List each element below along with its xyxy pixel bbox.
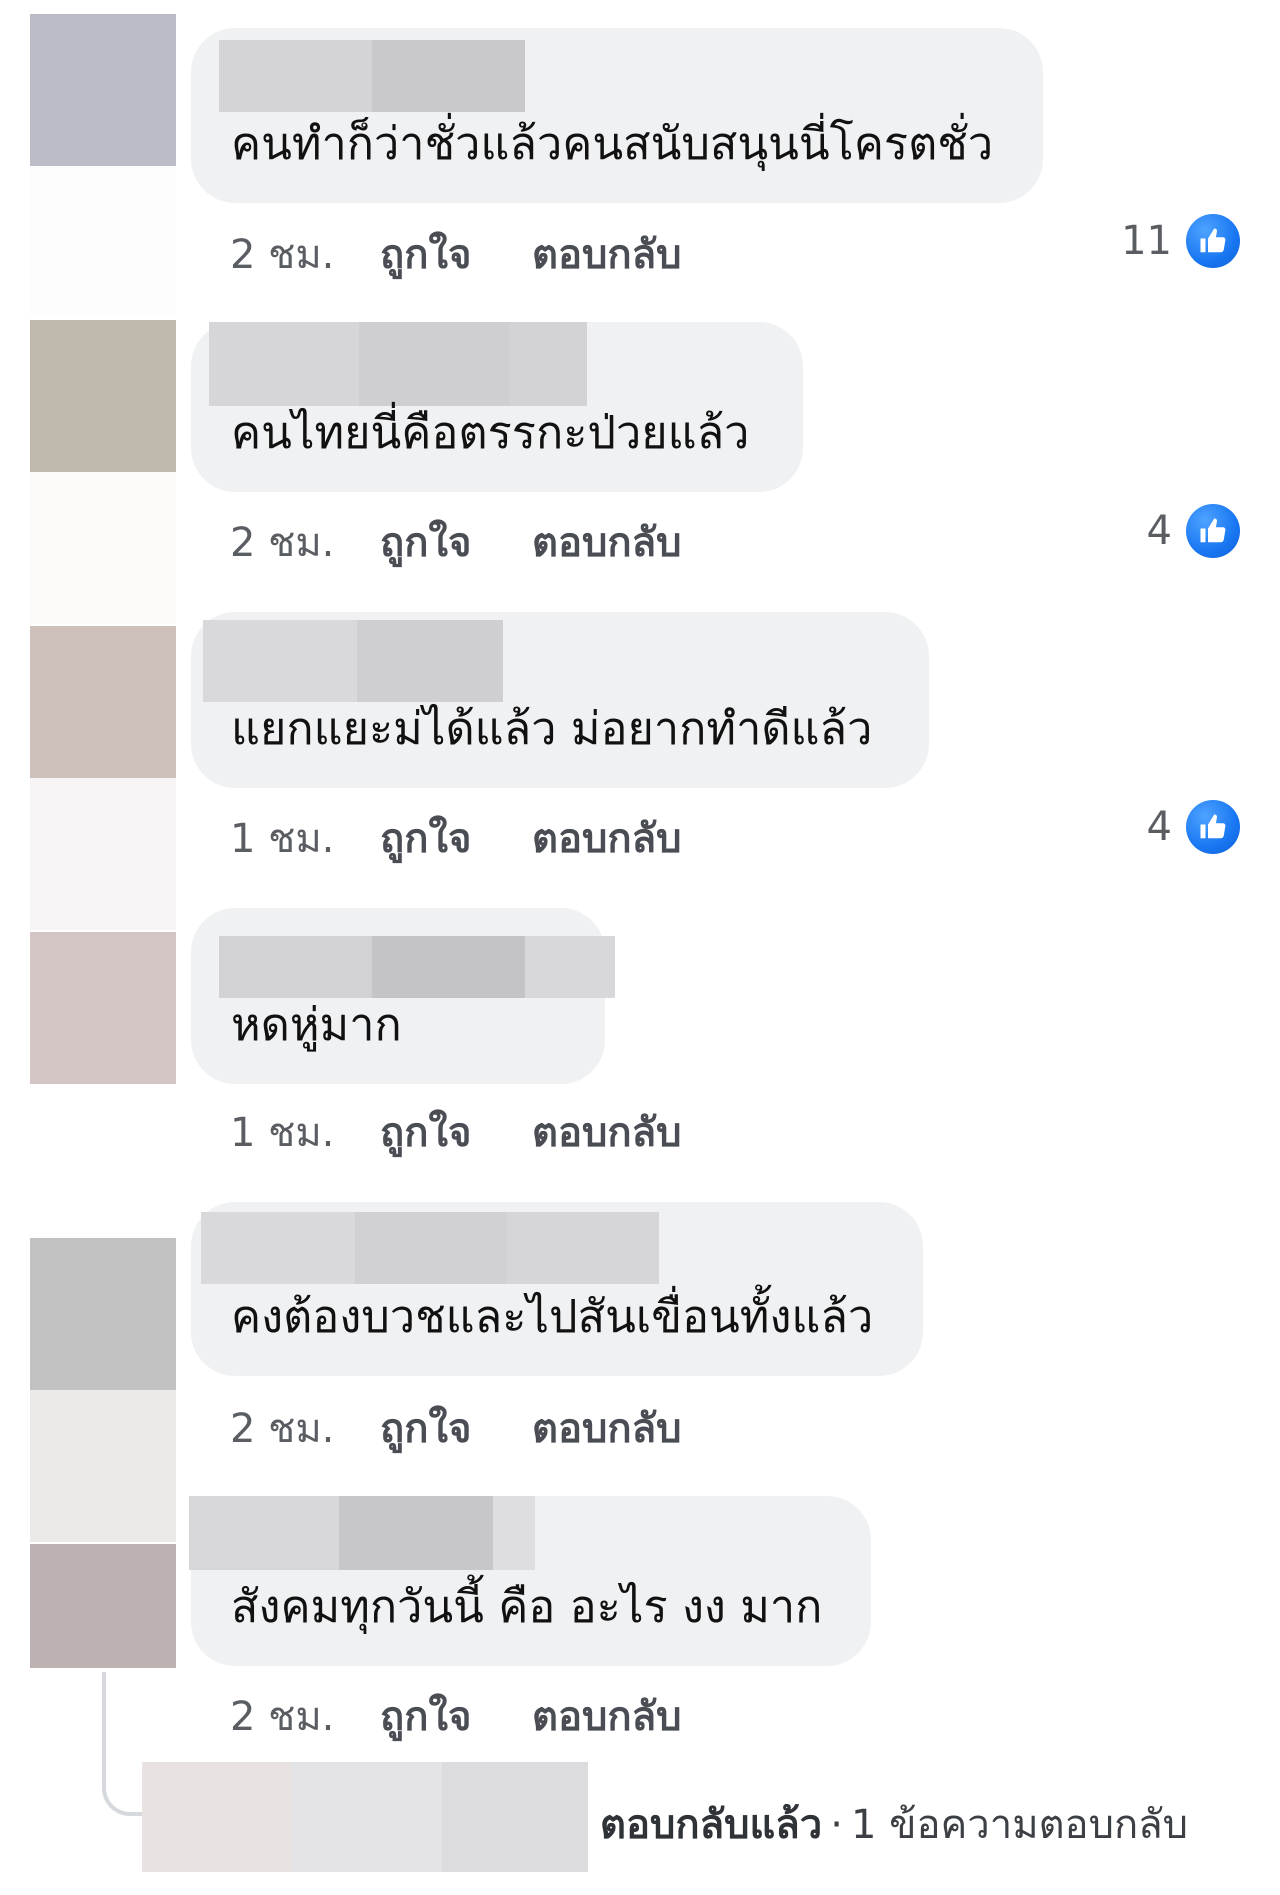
- reaction-count: 4: [1146, 508, 1172, 554]
- reaction-summary[interactable]: 4: [1147, 504, 1240, 558]
- comment-time[interactable]: 1 ชม.: [230, 806, 380, 870]
- comment-bubble: คงต้องบวชและไปสันเขื่อนทั้งแล้ว: [191, 1202, 923, 1376]
- author-name-blurred[interactable]: [219, 40, 525, 112]
- view-replies-link[interactable]: ตอบกลับแล้ว · 1 ข้อความตอบกลับ: [600, 1792, 1188, 1856]
- comment-actions: 2 ชม. ถูกใจ ตอบกลับ: [230, 1684, 682, 1748]
- like-link[interactable]: ถูกใจ: [380, 1100, 532, 1164]
- comment-bubble: แยกแยะม่ได้แล้ว ม่อยากทำดีแล้ว: [191, 612, 929, 788]
- like-link[interactable]: ถูกใจ: [380, 1396, 532, 1460]
- comment-bubble: สังคมทุกวันนี้ คือ อะไร งง มาก: [189, 1496, 871, 1666]
- comment-actions: 1 ชม. ถูกใจ ตอบกลับ: [230, 1100, 682, 1164]
- separator-dot: ·: [830, 1802, 843, 1848]
- comment-text: หดหู่มาก: [231, 998, 402, 1051]
- like-link[interactable]: ถูกใจ: [380, 510, 532, 574]
- comment-text: สังคมทุกวันนี้ คือ อะไร งง มาก: [231, 1580, 823, 1633]
- author-name-blurred[interactable]: [189, 1496, 535, 1570]
- reply-link[interactable]: ตอบกลับ: [532, 222, 682, 286]
- reply-link[interactable]: ตอบกลับ: [532, 1684, 682, 1748]
- comment-bubble: คนทำก็ว่าชั่วแล้วคนสนับสนุนนี่โครตชั่ว: [191, 28, 1043, 203]
- comment-time[interactable]: 2 ชม.: [230, 222, 380, 286]
- comment: คนทำก็ว่าชั่วแล้วคนสนับสนุนนี่โครตชั่ว 2…: [0, 0, 1280, 320]
- replied-label: ตอบกลับแล้ว: [600, 1802, 823, 1848]
- reply-avatar[interactable]: [142, 1762, 588, 1872]
- reply-count: 1 ข้อความตอบกลับ: [850, 1802, 1189, 1848]
- comment-actions: 2 ชม. ถูกใจ ตอบกลับ: [230, 222, 682, 286]
- reply-link[interactable]: ตอบกลับ: [532, 1100, 682, 1164]
- author-name-blurred[interactable]: [201, 1212, 659, 1284]
- avatar[interactable]: [30, 932, 176, 1084]
- author-name-blurred[interactable]: [203, 620, 503, 702]
- comment-text: คนทำก็ว่าชั่วแล้วคนสนับสนุนนี่โครตชั่ว: [231, 117, 994, 170]
- reply-link[interactable]: ตอบกลับ: [532, 1396, 682, 1460]
- reply-link[interactable]: ตอบกลับ: [532, 510, 682, 574]
- like-link[interactable]: ถูกใจ: [380, 806, 532, 870]
- reaction-summary[interactable]: 4: [1147, 800, 1240, 854]
- avatar[interactable]: [30, 626, 176, 930]
- thumbs-up-icon: [1186, 800, 1240, 854]
- comment-bubble: คนไทยนี่คือตรรกะป่วยแล้ว: [191, 322, 803, 492]
- like-link[interactable]: ถูกใจ: [380, 222, 532, 286]
- avatar[interactable]: [30, 1238, 176, 1542]
- reaction-count: 4: [1146, 804, 1172, 850]
- comment-text: คนไทยนี่คือตรรกะป่วยแล้ว: [231, 406, 750, 459]
- reaction-summary[interactable]: 11: [1121, 214, 1240, 268]
- reaction-count: 11: [1121, 218, 1172, 264]
- comment-actions: 1 ชม. ถูกใจ ตอบกลับ: [230, 806, 682, 870]
- avatar[interactable]: [30, 1544, 176, 1668]
- comment-text: คงต้องบวชและไปสันเขื่อนทั้งแล้ว: [231, 1290, 874, 1343]
- comment-actions: 2 ชม. ถูกใจ ตอบกลับ: [230, 1396, 682, 1460]
- comment-text: แยกแยะม่ได้แล้ว ม่อยากทำดีแล้ว: [231, 702, 873, 755]
- thumbs-up-icon: [1186, 504, 1240, 558]
- reply-link[interactable]: ตอบกลับ: [532, 806, 682, 870]
- thumbs-up-icon: [1186, 214, 1240, 268]
- comment-actions: 2 ชม. ถูกใจ ตอบกลับ: [230, 510, 682, 574]
- view-replies-row[interactable]: ตอบกลับแล้ว · 1 ข้อความตอบกลับ: [0, 1762, 1280, 1872]
- comment-time[interactable]: 1 ชม.: [230, 1100, 380, 1164]
- avatar[interactable]: [30, 320, 176, 624]
- avatar[interactable]: [30, 14, 176, 316]
- comment-time[interactable]: 2 ชม.: [230, 1684, 380, 1748]
- comment-time[interactable]: 2 ชม.: [230, 1396, 380, 1460]
- comment-time[interactable]: 2 ชม.: [230, 510, 380, 574]
- like-link[interactable]: ถูกใจ: [380, 1684, 532, 1748]
- comment-bubble: หดหู่มาก: [191, 908, 615, 1084]
- author-name-blurred[interactable]: [209, 322, 587, 406]
